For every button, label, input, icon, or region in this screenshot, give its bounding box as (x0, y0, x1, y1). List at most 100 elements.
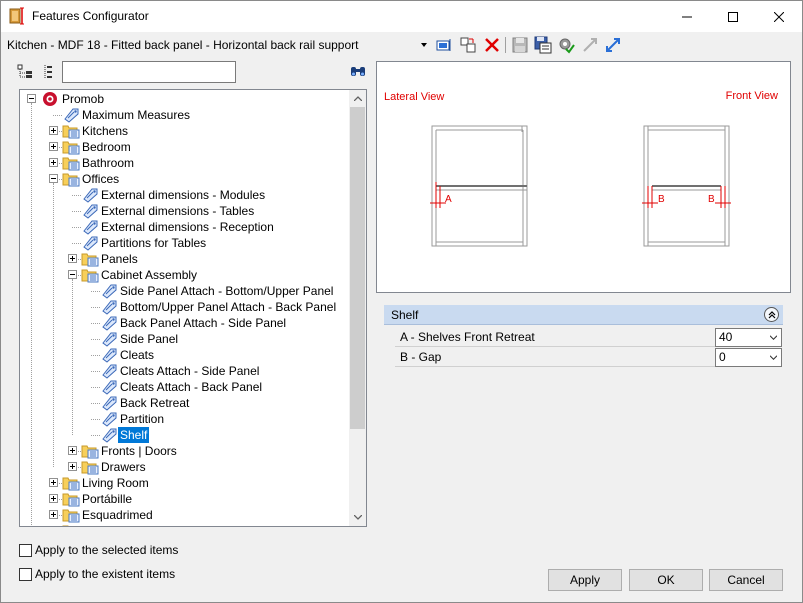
tree-item[interactable]: Side Panel Attach - Bottom/Upper Panel (20, 283, 350, 299)
front-retreat-select[interactable]: 40 (715, 328, 782, 347)
duplicate-configuration-icon[interactable] (459, 36, 477, 54)
tree-item[interactable]: Bathroom (20, 155, 350, 171)
tree-item[interactable]: Fronts | Doors (20, 443, 350, 459)
collapse-arrows-icon[interactable] (581, 36, 599, 54)
tree-collapse-icon[interactable] (17, 64, 33, 80)
expand-toggle[interactable] (49, 158, 58, 167)
tree-connector (72, 211, 81, 212)
tree-item[interactable]: Cabinet Assembly (20, 267, 350, 283)
ok-button[interactable]: OK (629, 569, 703, 591)
expand-toggle[interactable] (49, 494, 58, 503)
minimize-icon (682, 16, 692, 17)
collapse-group-button[interactable] (764, 307, 779, 322)
tree-item[interactable]: Cleats Attach - Back Panel (20, 379, 350, 395)
tree-item[interactable]: Bedroom (20, 139, 350, 155)
tree-item[interactable]: Cleats (20, 347, 350, 363)
property-value: 0 (719, 350, 726, 364)
tree-item[interactable]: Maximum Measures (20, 107, 350, 123)
expand-toggle[interactable] (49, 478, 58, 487)
tag-icon (81, 235, 99, 251)
collapse-toggle[interactable] (49, 174, 58, 183)
tree-connector (91, 403, 100, 404)
tag-icon (100, 411, 118, 427)
property-row-front-retreat: A - Shelves Front Retreat 40 (384, 327, 783, 347)
tag-icon (100, 315, 118, 331)
tag-icon (81, 187, 99, 203)
tree-connector (91, 387, 100, 388)
tree-item[interactable]: Shelf (20, 427, 350, 443)
expand-arrows-icon[interactable] (604, 36, 622, 54)
property-label: B - Gap (395, 347, 715, 367)
maximize-button[interactable] (710, 1, 756, 32)
tree-item[interactable]: External dimensions - Tables (20, 203, 350, 219)
delete-icon[interactable] (483, 36, 501, 54)
tree-item[interactable]: Drawers (20, 459, 350, 475)
tree-connector (91, 339, 100, 340)
tree-item[interactable]: External dimensions - Modules (20, 187, 350, 203)
property-value: 40 (719, 330, 733, 344)
tree-item[interactable]: Back Panel Attach - Side Panel (20, 315, 350, 331)
tag-icon (100, 363, 118, 379)
new-configuration-icon[interactable] (435, 36, 453, 54)
expand-toggle[interactable] (68, 446, 77, 455)
tree-item[interactable]: Bed... (20, 523, 350, 527)
cancel-button[interactable]: Cancel (709, 569, 783, 591)
expand-toggle[interactable] (49, 142, 58, 151)
gap-select[interactable]: 0 (715, 348, 782, 367)
lateral-mark-a: A (445, 194, 452, 205)
tree-connector (91, 323, 100, 324)
tree-item[interactable]: Portábille (20, 491, 350, 507)
expand-toggle[interactable] (68, 254, 77, 263)
tree-connector (91, 291, 100, 292)
apply-button[interactable]: Apply (548, 569, 622, 591)
apply-selected-label: Apply to the selected items (35, 543, 179, 557)
apply-existent-checkbox[interactable] (19, 568, 32, 581)
tree-item[interactable]: Panels (20, 251, 350, 267)
tree-vertical-scrollbar[interactable] (349, 90, 366, 526)
scroll-up-button[interactable] (349, 90, 366, 107)
tree-item[interactable]: Side Panel (20, 331, 350, 347)
save-as-icon[interactable] (534, 36, 552, 54)
expand-toggle[interactable] (49, 126, 58, 135)
tree-item-label: External dimensions - Reception (101, 220, 274, 234)
tag-icon (62, 107, 80, 123)
expand-toggle[interactable] (49, 526, 58, 527)
tree-item-label: Portábille (82, 492, 133, 506)
tree-item[interactable]: Partition (20, 411, 350, 427)
configuration-selector[interactable]: Kitchen - MDF 18 - Fitted back panel - H… (7, 38, 358, 52)
tree-item[interactable]: Back Retreat (20, 395, 350, 411)
tree-item-label: Esquadrimed (82, 508, 153, 522)
cabinet-diagram: A B B (430, 125, 731, 247)
tree-item[interactable]: Living Room (20, 475, 350, 491)
tree-item[interactable]: Partitions for Tables (20, 235, 350, 251)
chevron-down-icon[interactable] (421, 43, 427, 47)
tree-item[interactable]: Kitchens (20, 123, 350, 139)
collapse-toggle[interactable] (27, 94, 36, 103)
tree-item[interactable]: Promob (20, 91, 350, 107)
tree-item-label: Cleats Attach - Side Panel (120, 364, 260, 378)
tree-item[interactable]: External dimensions - Reception (20, 219, 350, 235)
expand-toggle[interactable] (49, 510, 58, 519)
scroll-down-button[interactable] (349, 509, 366, 526)
folder-icon (81, 443, 99, 459)
close-button[interactable] (756, 1, 802, 32)
property-group-header[interactable]: Shelf (384, 305, 783, 325)
tree-item[interactable]: Offices (20, 171, 350, 187)
expand-toggle[interactable] (68, 462, 77, 471)
tree-expand-icon[interactable] (41, 64, 57, 80)
settings-check-icon[interactable] (557, 36, 575, 54)
save-icon[interactable] (511, 36, 529, 54)
features-tree: Promob Maximum Measures Kitchens Bedroom Bat… (19, 89, 367, 527)
tree-item[interactable]: Cleats Attach - Side Panel (20, 363, 350, 379)
close-icon (774, 11, 784, 22)
folder-icon (81, 459, 99, 475)
tree-item[interactable]: Esquadrimed (20, 507, 350, 523)
minimize-button[interactable] (664, 1, 710, 32)
tree-item[interactable]: Bottom/Upper Panel Attach - Back Panel (20, 299, 350, 315)
collapse-toggle[interactable] (68, 270, 77, 279)
scroll-thumb[interactable] (350, 107, 365, 429)
tree-item-label: Cabinet Assembly (101, 268, 198, 282)
apply-selected-checkbox[interactable] (19, 544, 32, 557)
tree-search-input[interactable] (62, 61, 236, 83)
binoculars-search-icon[interactable] (350, 64, 366, 78)
